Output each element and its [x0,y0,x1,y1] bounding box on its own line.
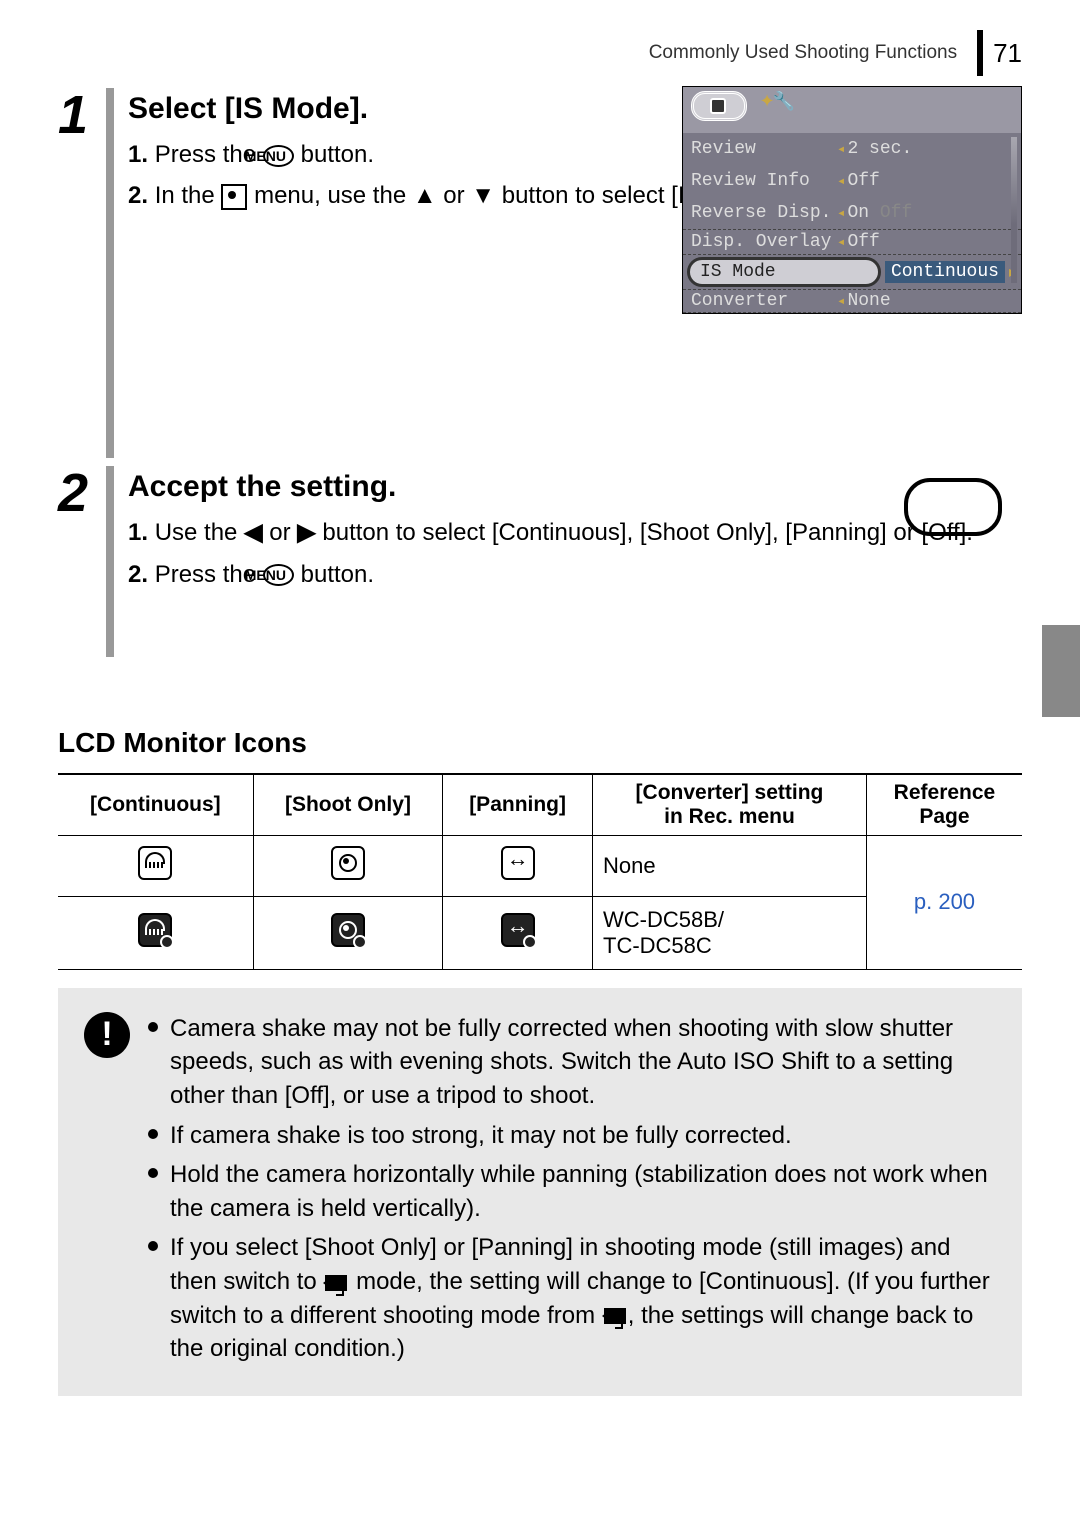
step-2: 2 Accept the setting. 1. Use the ◀ or ▶ … [58,466,1022,656]
left-arrow-icon: ◀ [244,519,262,546]
step-number-1: 1 [58,88,100,458]
th-converter: [Converter] settingin Rec. menu [593,774,867,836]
lcd-row-reviewinfo: Review Info◂Off [683,165,1021,197]
menu-button-icon: MENU [263,564,294,586]
page-header: Commonly Used Shooting Functions 71 [58,30,1022,76]
thumb-tab [1042,625,1080,717]
rec-menu-icon [221,184,247,210]
shootonly-icon [331,846,365,880]
lcd-row-converter: Converter◂None [683,289,1021,313]
lcd-row-reversedisp: Reverse Disp.◂On Off [683,197,1021,229]
lcd-icons-table: [Continuous] [Shoot Only] [Panning] [Con… [58,773,1022,970]
note-item: Hold the camera horizontally while panni… [148,1158,996,1225]
movie-mode-icon [325,1275,347,1291]
down-arrow-icon: ▼ [471,182,495,209]
warning-notes: ! Camera shake may not be fully correcte… [58,988,1022,1396]
step2-item1: 1. Use the ◀ or ▶ button to select [Cont… [128,514,1022,551]
manual-page: Commonly Used Shooting Functions 71 1 Se… [0,0,1080,1436]
step2-item2: 2. Press the MENU button. [128,556,1022,593]
cell-converter-wc: WC-DC58B/ TC-DC58C [593,896,867,969]
th-reference: ReferencePage [866,774,1022,836]
panning-icon [501,846,535,880]
section-name: Commonly Used Shooting Functions [649,42,957,64]
step-bar [106,466,114,656]
icons-section-title: LCD Monitor Icons [58,727,1022,759]
cell-converter-none: None [593,835,867,896]
tools-tab-icon: ✦🔧 [759,91,793,112]
panning-conv-icon [501,913,535,947]
cell-reference: p. 200 [866,835,1022,969]
page-number: 71 [993,38,1022,69]
table-row: None p. 200 [58,835,1022,896]
continuous-conv-icon [138,913,172,947]
right-arrow-icon: ▶ [297,519,315,546]
header-divider [977,30,983,76]
step-bar [106,88,114,458]
movie-mode-icon [604,1308,626,1324]
menu-button-icon: MENU [263,145,294,167]
th-continuous: [Continuous] [58,774,253,836]
step2-title: Accept the setting. [128,470,1022,504]
warning-icon: ! [84,1012,130,1058]
continuous-icon [138,846,172,880]
lcd-scrollbar [1011,137,1017,283]
note-item: Camera shake may not be fully corrected … [148,1012,996,1113]
lcd-row-review: Review◂2 sec. [683,133,1021,165]
lcd-row-ismode: IS Mode Continuous ▸ [683,255,1021,289]
empty-callout-icon [904,478,1002,536]
lcd-row-dispoverlay: Disp. Overlay◂Off [683,229,1021,255]
table-header-row: [Continuous] [Shoot Only] [Panning] [Con… [58,774,1022,836]
up-arrow-icon: ▲ [413,182,437,209]
camera-lcd-screenshot: ✦🔧 Review◂2 sec. Review Info◂Off Reverse… [682,86,1022,314]
note-item: If you select [Shoot Only] or [Panning] … [148,1231,996,1365]
th-panning: [Panning] [443,774,593,836]
step-number-2: 2 [58,466,100,656]
note-item: If camera shake is too strong, it may no… [148,1119,996,1153]
shootonly-conv-icon [331,913,365,947]
th-shootonly: [Shoot Only] [253,774,443,836]
lcd-tabs: ✦🔧 [683,87,1021,133]
rec-tab-icon [691,91,747,121]
